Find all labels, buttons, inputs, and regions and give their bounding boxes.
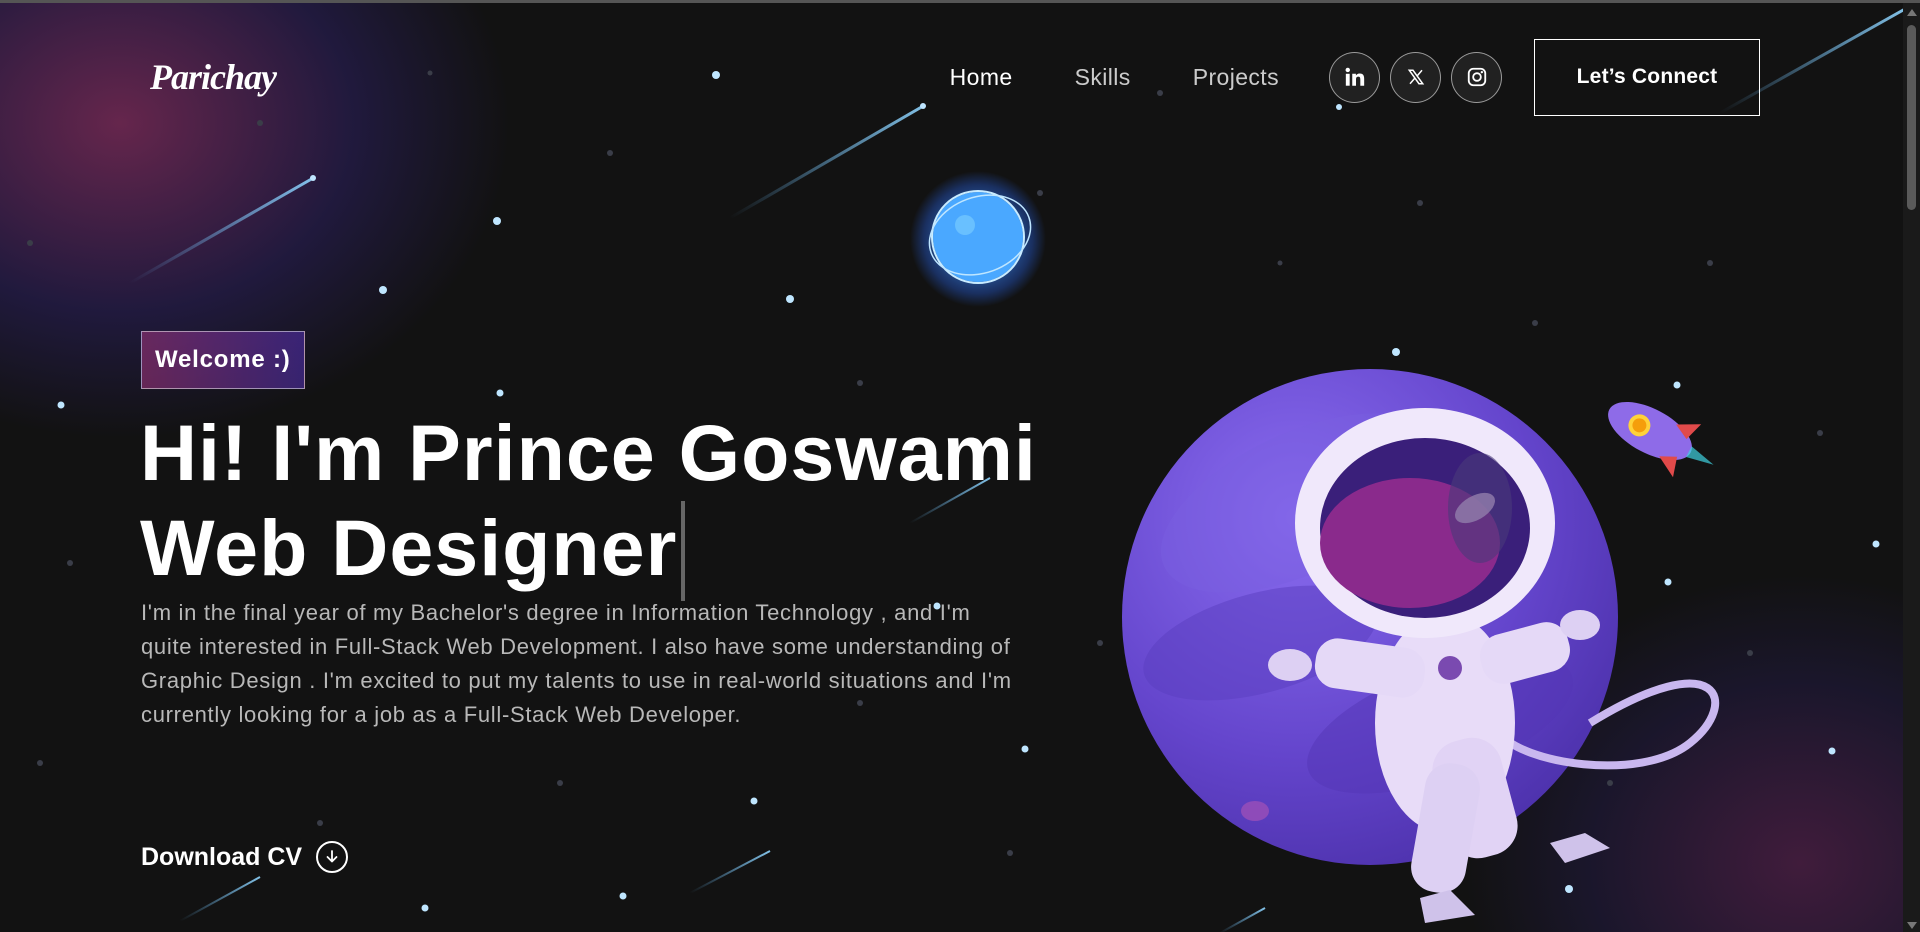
download-cv-button[interactable]: Download CV bbox=[141, 841, 349, 873]
site-logo[interactable]: Parichay bbox=[150, 56, 277, 98]
headline-line-role: Web Designer bbox=[140, 503, 678, 592]
headline-line-role-wrap: Web Designer bbox=[140, 495, 1037, 601]
nav-link-skills[interactable]: Skills bbox=[1075, 64, 1131, 91]
nav-links: Home Skills Projects Let’s Connect bbox=[950, 38, 1760, 116]
download-cv-label: Download CV bbox=[141, 842, 303, 871]
linkedin-icon[interactable] bbox=[1329, 51, 1380, 103]
welcome-tagline: Welcome :) bbox=[141, 331, 305, 389]
portfolio-page: Parichay Home Skills Projects Let’s Conn… bbox=[0, 0, 1920, 932]
scrollbar-thumb[interactable] bbox=[1907, 25, 1916, 210]
headline-line-name: Hi! I'm Prince Goswami bbox=[140, 408, 1037, 497]
lets-connect-button[interactable]: Let’s Connect bbox=[1534, 38, 1760, 116]
social-icons bbox=[1329, 51, 1502, 103]
top-navbar: Parichay Home Skills Projects Let’s Conn… bbox=[150, 38, 1760, 116]
vertical-scrollbar[interactable] bbox=[1903, 3, 1920, 932]
x-icon[interactable] bbox=[1390, 51, 1441, 103]
instagram-icon[interactable] bbox=[1451, 51, 1502, 103]
hero-headline: Hi! I'm Prince Goswami Web Designer bbox=[140, 411, 1037, 601]
intro-paragraph: I'm in the final year of my Bachelor's d… bbox=[141, 600, 1012, 727]
scroll-up-icon[interactable] bbox=[1907, 9, 1917, 16]
nav-link-home[interactable]: Home bbox=[950, 64, 1013, 91]
nav-link-projects[interactable]: Projects bbox=[1193, 64, 1279, 91]
typing-caret bbox=[681, 501, 686, 601]
scroll-down-icon[interactable] bbox=[1907, 922, 1917, 929]
arrow-down-circle-icon bbox=[316, 841, 349, 873]
